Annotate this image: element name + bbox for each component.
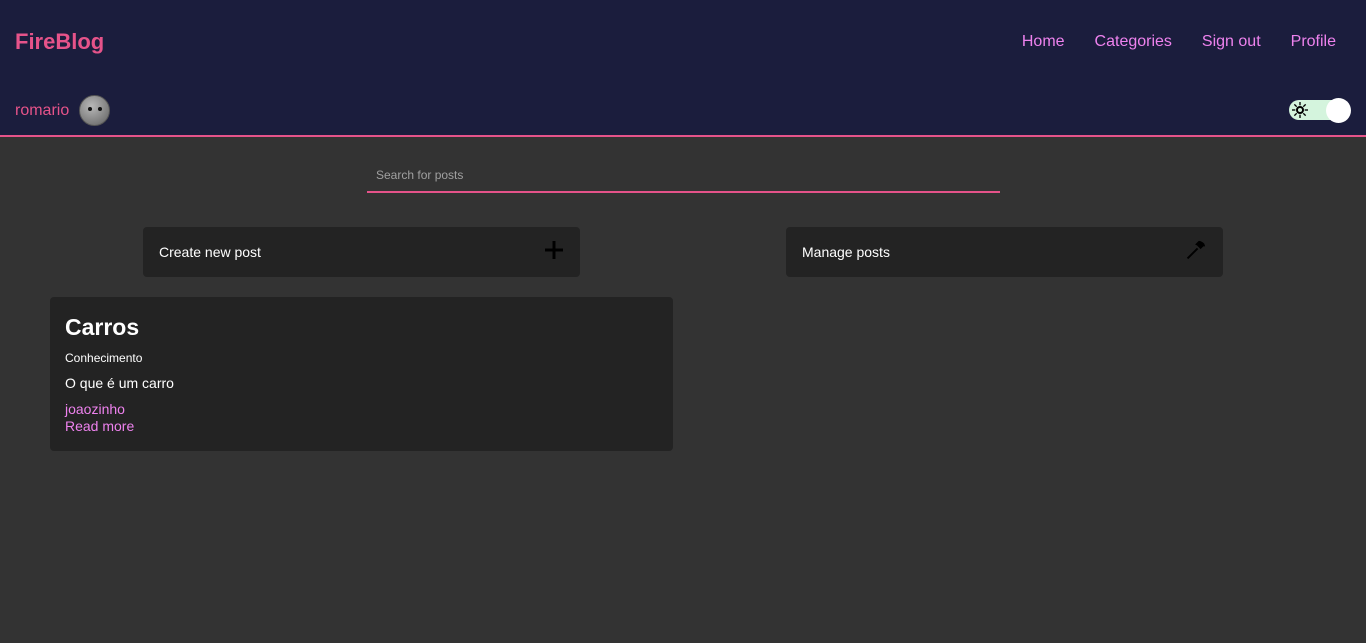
post-description: O que é um carro bbox=[65, 375, 174, 391]
search-field bbox=[367, 158, 1000, 193]
plus-icon bbox=[544, 240, 564, 265]
create-post-button[interactable]: Create new post bbox=[143, 227, 580, 277]
user-info: romario bbox=[15, 95, 111, 126]
create-post-label: Create new post bbox=[159, 244, 261, 260]
search-input[interactable] bbox=[367, 158, 1000, 191]
manage-posts-button[interactable]: Manage posts bbox=[786, 227, 1223, 277]
nav-categories[interactable]: Categories bbox=[1095, 33, 1172, 51]
post-author[interactable]: joaozinho bbox=[65, 401, 658, 417]
read-more-link[interactable]: Read more bbox=[65, 418, 658, 434]
sun-icon bbox=[1291, 101, 1309, 119]
nav-profile[interactable]: Profile bbox=[1291, 33, 1336, 51]
avatar[interactable] bbox=[79, 95, 111, 126]
nav-home[interactable]: Home bbox=[1022, 33, 1065, 51]
username: romario bbox=[15, 101, 70, 119]
theme-toggle[interactable] bbox=[1289, 98, 1351, 123]
post-card: Carros Conhecimento O que é um carro joa… bbox=[50, 297, 673, 451]
nav-sign-out[interactable]: Sign out bbox=[1202, 33, 1261, 51]
toggle-thumb[interactable] bbox=[1326, 98, 1351, 123]
app-header: FireBlog Home Categories Sign out Profil… bbox=[0, 0, 1366, 137]
manage-posts-label: Manage posts bbox=[802, 244, 890, 260]
post-category: Conhecimento bbox=[65, 351, 143, 365]
post-title: Carros bbox=[65, 314, 140, 340]
hammer-icon bbox=[1185, 239, 1207, 266]
brand-logo[interactable]: FireBlog bbox=[15, 29, 104, 55]
main-nav: Home Categories Sign out Profile bbox=[1022, 33, 1336, 51]
